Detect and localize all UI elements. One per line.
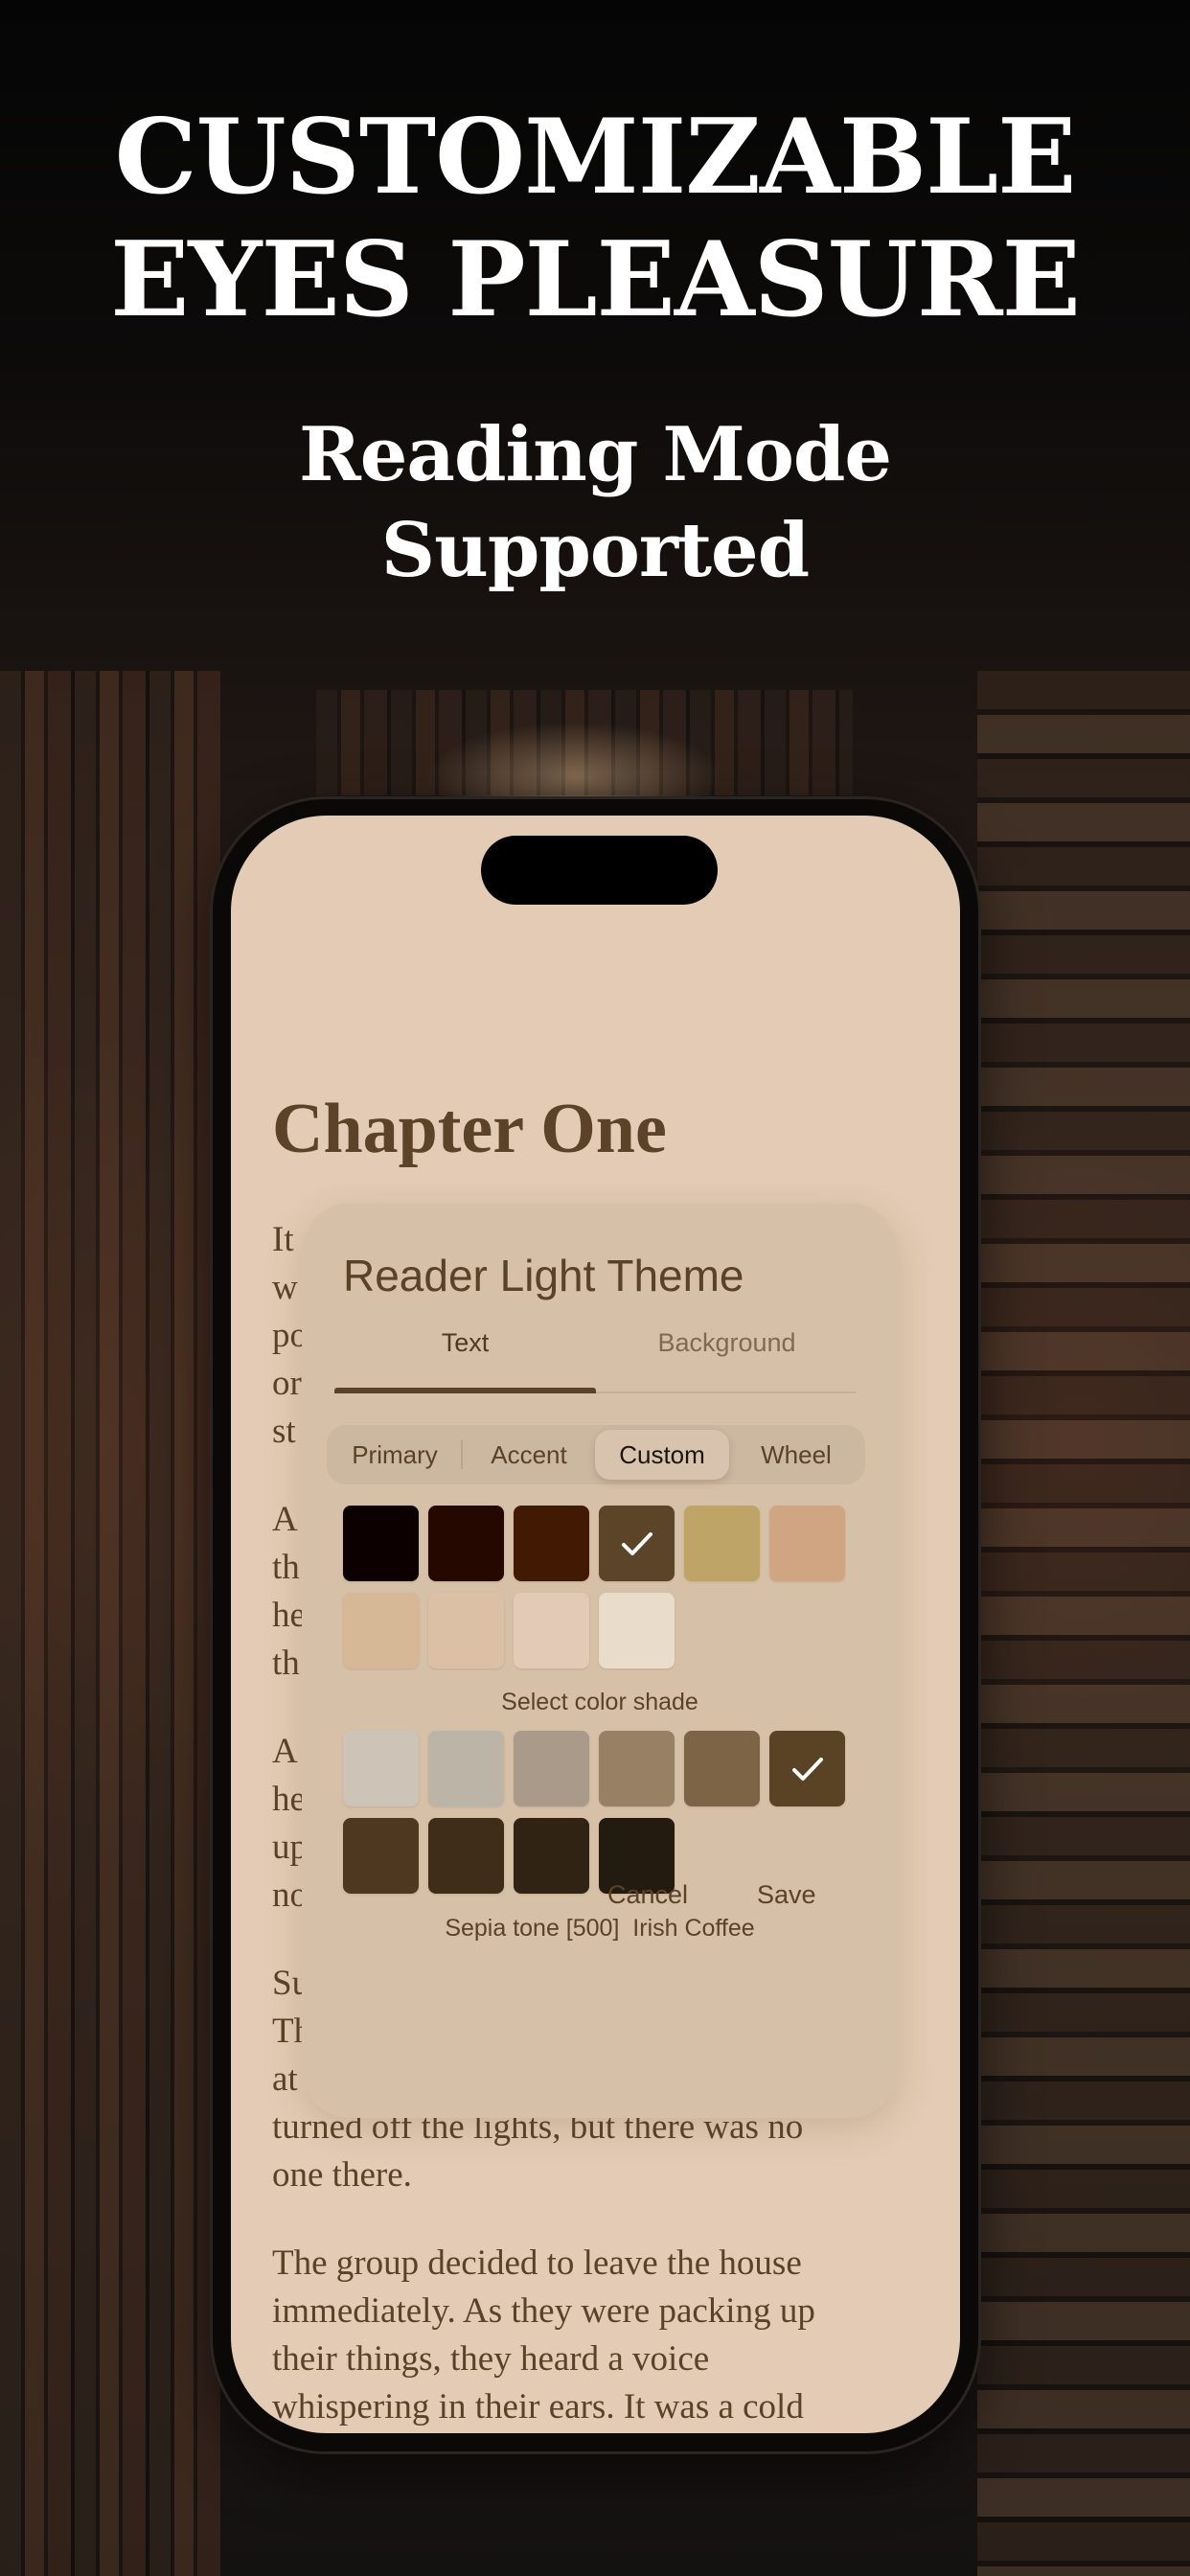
cancel-button[interactable]: Cancel — [607, 1880, 688, 1910]
shade-swatch[interactable] — [514, 1818, 589, 1894]
color-swatch[interactable] — [514, 1593, 589, 1668]
shade-swatch[interactable] — [428, 1818, 504, 1894]
shade-swatch[interactable] — [769, 1731, 845, 1806]
bookshelf-top — [316, 690, 853, 795]
selection-caption: Sepia tone [500] Irish Coffee — [445, 1915, 755, 1942]
subheadline: Reading Mode Supported — [0, 407, 1190, 599]
subheadline-line2: Supported — [380, 507, 810, 594]
color-swatch[interactable] — [599, 1506, 675, 1581]
shade-grid — [343, 1731, 845, 1894]
segment-divider — [461, 1440, 463, 1469]
palette-segmented-control: Primary Accent Custom Wheel — [327, 1425, 865, 1484]
bookshelf-left — [0, 671, 220, 2576]
text-line: immediately. As they were packing up — [272, 2291, 815, 2331]
text-line: one there. — [272, 2155, 412, 2195]
color-swatch[interactable] — [514, 1506, 589, 1581]
shade-swatch[interactable] — [684, 1731, 760, 1806]
color-swatch[interactable] — [343, 1506, 419, 1581]
color-swatch[interactable] — [428, 1506, 504, 1581]
theme-dialog: Reader Light Theme Text Background Prima… — [302, 1204, 898, 2118]
color-swatch[interactable] — [343, 1593, 419, 1668]
paragraph: The group decided to leave the house imme… — [272, 2240, 960, 2431]
text-line: their things, they heard a voice — [272, 2339, 710, 2379]
color-swatch[interactable] — [684, 1506, 760, 1581]
tab-text[interactable]: Text — [334, 1328, 596, 1358]
color-swatch[interactable] — [428, 1593, 504, 1668]
save-button[interactable]: Save — [757, 1880, 816, 1910]
color-swatch[interactable] — [769, 1506, 845, 1581]
tab-active-indicator — [334, 1388, 596, 1393]
checkmark-icon — [599, 1506, 675, 1581]
shade-swatch[interactable] — [343, 1818, 419, 1894]
headline-line2: EYES PLEASURE — [110, 219, 1081, 340]
text-line: The group decided to leave the house — [272, 2243, 802, 2283]
segment-primary[interactable]: Primary — [332, 1430, 457, 1480]
dialog-title: Reader Light Theme — [343, 1251, 744, 1300]
shade-swatch[interactable] — [428, 1731, 504, 1806]
segment-wheel[interactable]: Wheel — [733, 1430, 859, 1480]
shade-label: Select color shade — [501, 1689, 698, 1715]
segment-custom[interactable]: Custom — [595, 1430, 729, 1480]
headline: CUSTOMIZABLE EYES PLEASURE — [0, 96, 1190, 341]
phone-frame: Chapter One ItwpoorstA dth :he — [213, 799, 978, 2451]
shade-swatch[interactable] — [343, 1731, 419, 1806]
tab-background[interactable]: Background — [596, 1328, 858, 1358]
color-grid — [343, 1506, 845, 1668]
dynamic-island — [481, 836, 718, 905]
phone-screen: Chapter One ItwpoorstA dth :he — [231, 816, 960, 2433]
text-line: whispering in their ears. It was a cold — [272, 2387, 804, 2426]
shade-swatch[interactable] — [514, 1731, 589, 1806]
bookshelf-right — [977, 671, 1190, 2576]
headline-line1: CUSTOMIZABLE — [114, 97, 1077, 218]
chapter-title: Chapter One — [272, 1090, 667, 1168]
color-swatch[interactable] — [599, 1593, 675, 1668]
subheadline-line1: Reading Mode — [298, 411, 892, 498]
checkmark-icon — [769, 1731, 845, 1806]
segment-accent[interactable]: Accent — [467, 1430, 591, 1480]
shade-swatch[interactable] — [599, 1731, 675, 1806]
